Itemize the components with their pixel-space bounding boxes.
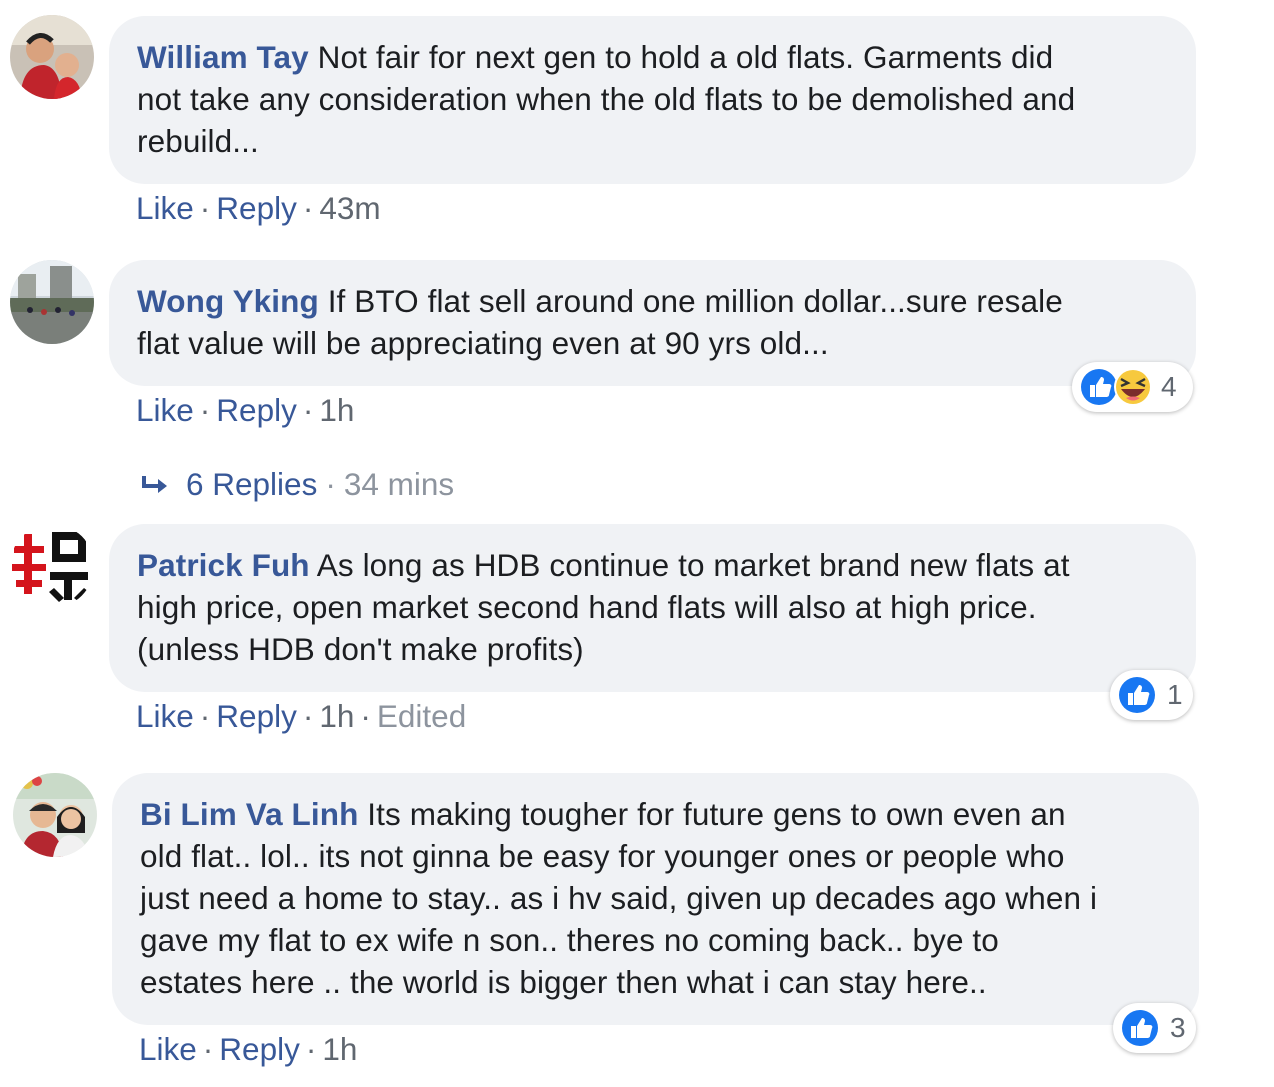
comment-line: old flat.. lol.. its not ginna be easy f… [140,838,1065,874]
separator: · [302,698,314,734]
like-link[interactable]: Like [136,392,194,428]
separator: · [325,466,336,502]
comment-actions: Like · Reply · 1h [136,392,354,428]
comment-author[interactable]: William Tay [137,39,309,75]
comment-text: William Tay Not fair for next gen to hol… [137,36,1168,162]
reply-arrow-icon [142,475,167,493]
reaction-count: 3 [1170,1012,1186,1043]
profile-photo [10,15,94,99]
separator: · [199,392,211,428]
comment-line: just need a home to stay.. as i hv said,… [140,880,1098,916]
replies-timestamp: 34 mins [343,466,455,502]
view-replies[interactable]: 6 Replies · 34 mins [140,466,454,502]
comment-actions: Like · Reply · 1h · Edited [136,698,466,734]
comment-timestamp[interactable]: 1h [322,1031,357,1067]
avatar[interactable] [13,773,97,857]
reply-link[interactable]: Reply [219,1031,300,1067]
reaction-count: 4 [1161,371,1177,402]
edited-label[interactable]: Edited [377,698,466,734]
comment-author[interactable]: Patrick Fuh [137,547,310,583]
profile-photo [13,773,97,857]
profile-photo [10,524,94,608]
comment-author[interactable]: Bi Lim Va Linh [140,796,358,832]
comment-bubble: William Tay Not fair for next gen to hol… [109,16,1196,184]
separator: · [360,698,371,734]
comment-author[interactable]: Wong Yking [137,283,319,319]
comment-line: As long as HDB continue to market brand … [309,547,1070,583]
like-reaction-icon [1119,1007,1161,1049]
reaction-count: 1 [1167,679,1183,710]
comment-line: Its making tougher for future gens to ow… [358,796,1066,832]
comment-line: gave my flat to ex wife n son.. theres n… [140,922,999,958]
comment-timestamp[interactable]: 1h [319,392,354,428]
comment-actions: Like · Reply · 43m [136,190,381,226]
comment-line: estates here .. the world is bigger then… [140,964,987,1000]
comment-bubble: Patrick Fuh As long as HDB continue to m… [109,524,1196,692]
comment-line: (unless HDB don't make profits) [137,631,584,667]
separator: · [199,698,211,734]
reaction-summary[interactable]: 3 [1113,1003,1196,1053]
comment-line: not take any consideration when the old … [137,81,1076,117]
comment-line: rebuild... [137,123,259,159]
like-link[interactable]: Like [136,698,194,734]
comment-line: If BTO flat sell around one million doll… [318,283,1063,319]
reaction-summary[interactable]: 1 [1110,670,1193,720]
comment-text: Patrick Fuh As long as HDB continue to m… [137,544,1168,670]
haha-reaction-icon [1114,368,1152,406]
avatar[interactable] [10,260,94,344]
avatar[interactable] [10,524,94,608]
separator: · [305,1031,317,1067]
reaction-summary[interactable]: 4 [1072,362,1193,412]
comment-line: flat value will be appreciating even at … [137,325,829,361]
separator: · [302,190,314,226]
avatar[interactable] [10,15,94,99]
like-reaction-icon [1116,674,1158,716]
comment-actions: Like · Reply · 1h [139,1031,357,1067]
reply-link[interactable]: Reply [216,698,297,734]
profile-photo [10,260,94,344]
comment-timestamp[interactable]: 43m [319,190,380,226]
separator: · [202,1031,214,1067]
comment-timestamp[interactable]: 1h [319,698,354,734]
comment-line: Not fair for next gen to hold a old flat… [308,39,1054,75]
separator: · [199,190,211,226]
comment-line: high price, open market second hand flat… [137,589,1037,625]
comment-text: Bi Lim Va Linh Its making tougher for fu… [140,793,1171,1003]
separator: · [302,392,314,428]
comment-bubble: Bi Lim Va Linh Its making tougher for fu… [112,773,1199,1025]
comment-bubble: Wong Yking If BTO flat sell around one m… [109,260,1196,386]
replies-count-link[interactable]: 6 Replies [186,466,317,502]
like-link[interactable]: Like [139,1031,197,1067]
like-link[interactable]: Like [136,190,194,226]
reply-link[interactable]: Reply [216,190,297,226]
reply-link[interactable]: Reply [216,392,297,428]
comment-text: Wong Yking If BTO flat sell around one m… [137,280,1168,364]
